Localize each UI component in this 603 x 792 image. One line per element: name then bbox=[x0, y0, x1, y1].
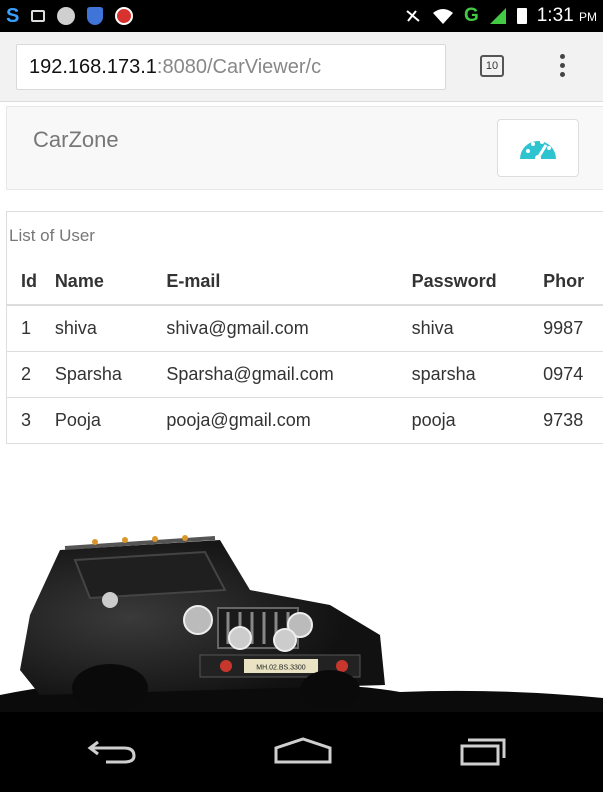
table-row: 2 Sparsha Sparsha@gmail.com sparsha 0974 bbox=[7, 351, 603, 398]
clock: 1:31 PM bbox=[536, 5, 597, 26]
users-table: Id Name E-mail Password Phor 1 shiva shi… bbox=[7, 258, 603, 443]
brand-title[interactable]: CarZone bbox=[33, 127, 119, 153]
system-icons: G 1:31 PM bbox=[404, 5, 597, 27]
status-bar: S G 1:31 PM bbox=[0, 0, 603, 32]
system-navigation-bar bbox=[0, 712, 603, 792]
cell-password: pooja bbox=[411, 397, 544, 443]
url-host: 192.168.173.1 bbox=[29, 56, 157, 78]
menu-toggle-button[interactable] bbox=[497, 119, 579, 177]
cell-password: shiva bbox=[411, 305, 544, 352]
user-list-panel: List of User Id Name E-mail Password Pho… bbox=[6, 211, 603, 444]
table-row: 3 Pooja pooja@gmail.com pooja 9738 bbox=[7, 397, 603, 443]
shield-icon bbox=[87, 7, 104, 25]
column-header-phone: Phor bbox=[543, 258, 603, 306]
cell-name: Pooja bbox=[54, 397, 167, 443]
cell-phone: 9738 bbox=[543, 397, 603, 443]
image-icon bbox=[31, 10, 46, 22]
s-icon: S bbox=[6, 4, 20, 27]
url-bar[interactable]: 192.168.173.1:8080/CarViewer/c bbox=[16, 44, 446, 90]
wifi-icon bbox=[432, 9, 453, 24]
cell-phone: 0974 bbox=[543, 351, 603, 398]
battery-icon bbox=[516, 8, 527, 24]
cell-id: 2 bbox=[7, 351, 55, 398]
back-icon[interactable] bbox=[84, 736, 140, 766]
cell-id: 3 bbox=[7, 397, 55, 443]
browser-toolbar: 192.168.173.1:8080/CarViewer/c 10 bbox=[0, 32, 603, 102]
app-navbar: CarZone bbox=[6, 106, 603, 190]
red-app-icon bbox=[115, 7, 134, 25]
cell-email: shiva@gmail.com bbox=[166, 305, 412, 352]
cell-id: 1 bbox=[7, 305, 55, 352]
cell-email: pooja@gmail.com bbox=[166, 397, 412, 443]
cell-name: Sparsha bbox=[54, 351, 167, 398]
recent-apps-icon[interactable] bbox=[458, 736, 508, 766]
mute-icon bbox=[406, 10, 420, 22]
signal-icon bbox=[489, 8, 506, 24]
network-type: G bbox=[463, 5, 479, 26]
speedometer-icon bbox=[520, 140, 556, 161]
table-caption: List of User bbox=[9, 226, 95, 245]
jeep-hero-image: MH.02.BS.3300 bbox=[0, 535, 603, 712]
column-header-password: Password bbox=[411, 258, 544, 306]
column-header-id: Id bbox=[7, 258, 55, 306]
notification-icons: S bbox=[6, 4, 134, 28]
tab-switcher-button[interactable]: 10 bbox=[480, 55, 504, 77]
column-header-email: E-mail bbox=[166, 258, 412, 306]
table-row: 1 shiva shiva@gmail.com shiva 9987 bbox=[7, 305, 603, 352]
column-header-name: Name bbox=[54, 258, 167, 306]
cell-password: sparsha bbox=[411, 351, 544, 398]
cell-name: shiva bbox=[54, 305, 167, 352]
home-icon[interactable] bbox=[272, 736, 334, 766]
cell-email: Sparsha@gmail.com bbox=[166, 351, 412, 398]
browser-menu-button[interactable] bbox=[555, 54, 569, 80]
table-header-row: Id Name E-mail Password Phor bbox=[7, 258, 603, 306]
ball-icon bbox=[57, 7, 76, 25]
license-plate-text: MH.02.BS.3300 bbox=[256, 665, 306, 672]
cell-phone: 9987 bbox=[543, 305, 603, 352]
url-path: :8080/CarViewer/c bbox=[156, 56, 322, 78]
